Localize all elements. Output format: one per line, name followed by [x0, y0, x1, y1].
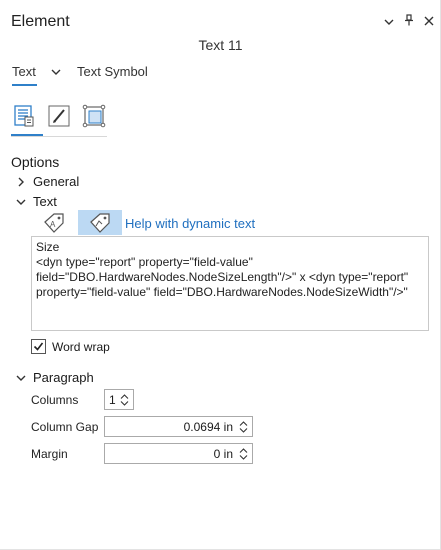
text-section-label: Text — [33, 194, 57, 209]
column-gap-stepper[interactable]: 0.0694 in — [104, 416, 253, 437]
svg-text:A: A — [50, 220, 56, 229]
options-heading: Options — [11, 154, 60, 170]
checkmark-icon — [33, 342, 44, 351]
text-content-textarea[interactable]: Size <dyn type="report" property="field-… — [31, 236, 429, 331]
margin-stepper[interactable]: 0 in — [104, 443, 253, 464]
pin-icon[interactable] — [404, 14, 414, 29]
stepper-arrows[interactable] — [118, 393, 130, 406]
frame-icon[interactable] — [81, 103, 107, 129]
pen-icon[interactable] — [46, 103, 72, 129]
column-gap-value: 0.0694 in — [183, 419, 233, 434]
chevron-down-icon — [16, 199, 26, 205]
pane-header-controls — [384, 14, 434, 29]
general-label: General — [33, 174, 80, 189]
icon-row-divider — [11, 136, 107, 137]
chevron-down-icon[interactable] — [239, 427, 248, 433]
chevron-down-icon[interactable] — [120, 400, 129, 406]
paragraph-section-header[interactable]: Paragraph — [16, 370, 94, 385]
element-pane: Element Text 11 Text Text Symbol Options… — [0, 0, 441, 550]
close-icon[interactable] — [424, 15, 434, 29]
chevron-down-icon — [16, 375, 26, 381]
stepper-arrows[interactable] — [237, 447, 249, 460]
word-wrap-row[interactable]: Word wrap — [31, 339, 110, 354]
element-name: Text 11 — [198, 37, 243, 53]
property-icon-row — [11, 103, 107, 129]
help-dynamic-text-link[interactable]: Help with dynamic text — [125, 216, 255, 231]
tab-text-active-indicator — [12, 84, 37, 86]
column-gap-label: Column Gap — [31, 420, 99, 434]
tab-dropdown-chevron-icon[interactable] — [50, 64, 62, 80]
insert-dynamic-text-icon[interactable]: A — [41, 210, 67, 235]
columns-stepper[interactable]: 1 — [104, 389, 134, 410]
paragraph-label: Paragraph — [33, 370, 94, 385]
dynamic-text-tag-icon[interactable] — [78, 210, 122, 235]
text-options-icon[interactable] — [11, 103, 37, 129]
text-section-header[interactable]: Text — [16, 194, 57, 209]
chevron-down-icon[interactable] — [239, 454, 248, 460]
margin-value: 0 in — [213, 446, 233, 461]
chevron-right-icon — [18, 177, 24, 186]
stepper-arrows[interactable] — [237, 420, 249, 433]
columns-value: 1 — [109, 392, 116, 407]
chevron-up-icon[interactable] — [239, 420, 248, 426]
pane-title: Element — [11, 13, 70, 30]
margin-label: Margin — [31, 447, 68, 461]
chevron-up-icon[interactable] — [120, 393, 129, 399]
chevron-up-icon[interactable] — [239, 447, 248, 453]
columns-label: Columns — [31, 393, 79, 407]
general-section-header[interactable]: General — [16, 174, 79, 189]
pane-options-icon[interactable] — [384, 15, 394, 29]
tab-text-symbol[interactable]: Text Symbol — [77, 64, 148, 79]
word-wrap-label: Word wrap — [52, 339, 110, 354]
tab-text[interactable]: Text — [12, 64, 36, 79]
word-wrap-checkbox[interactable] — [31, 339, 46, 354]
